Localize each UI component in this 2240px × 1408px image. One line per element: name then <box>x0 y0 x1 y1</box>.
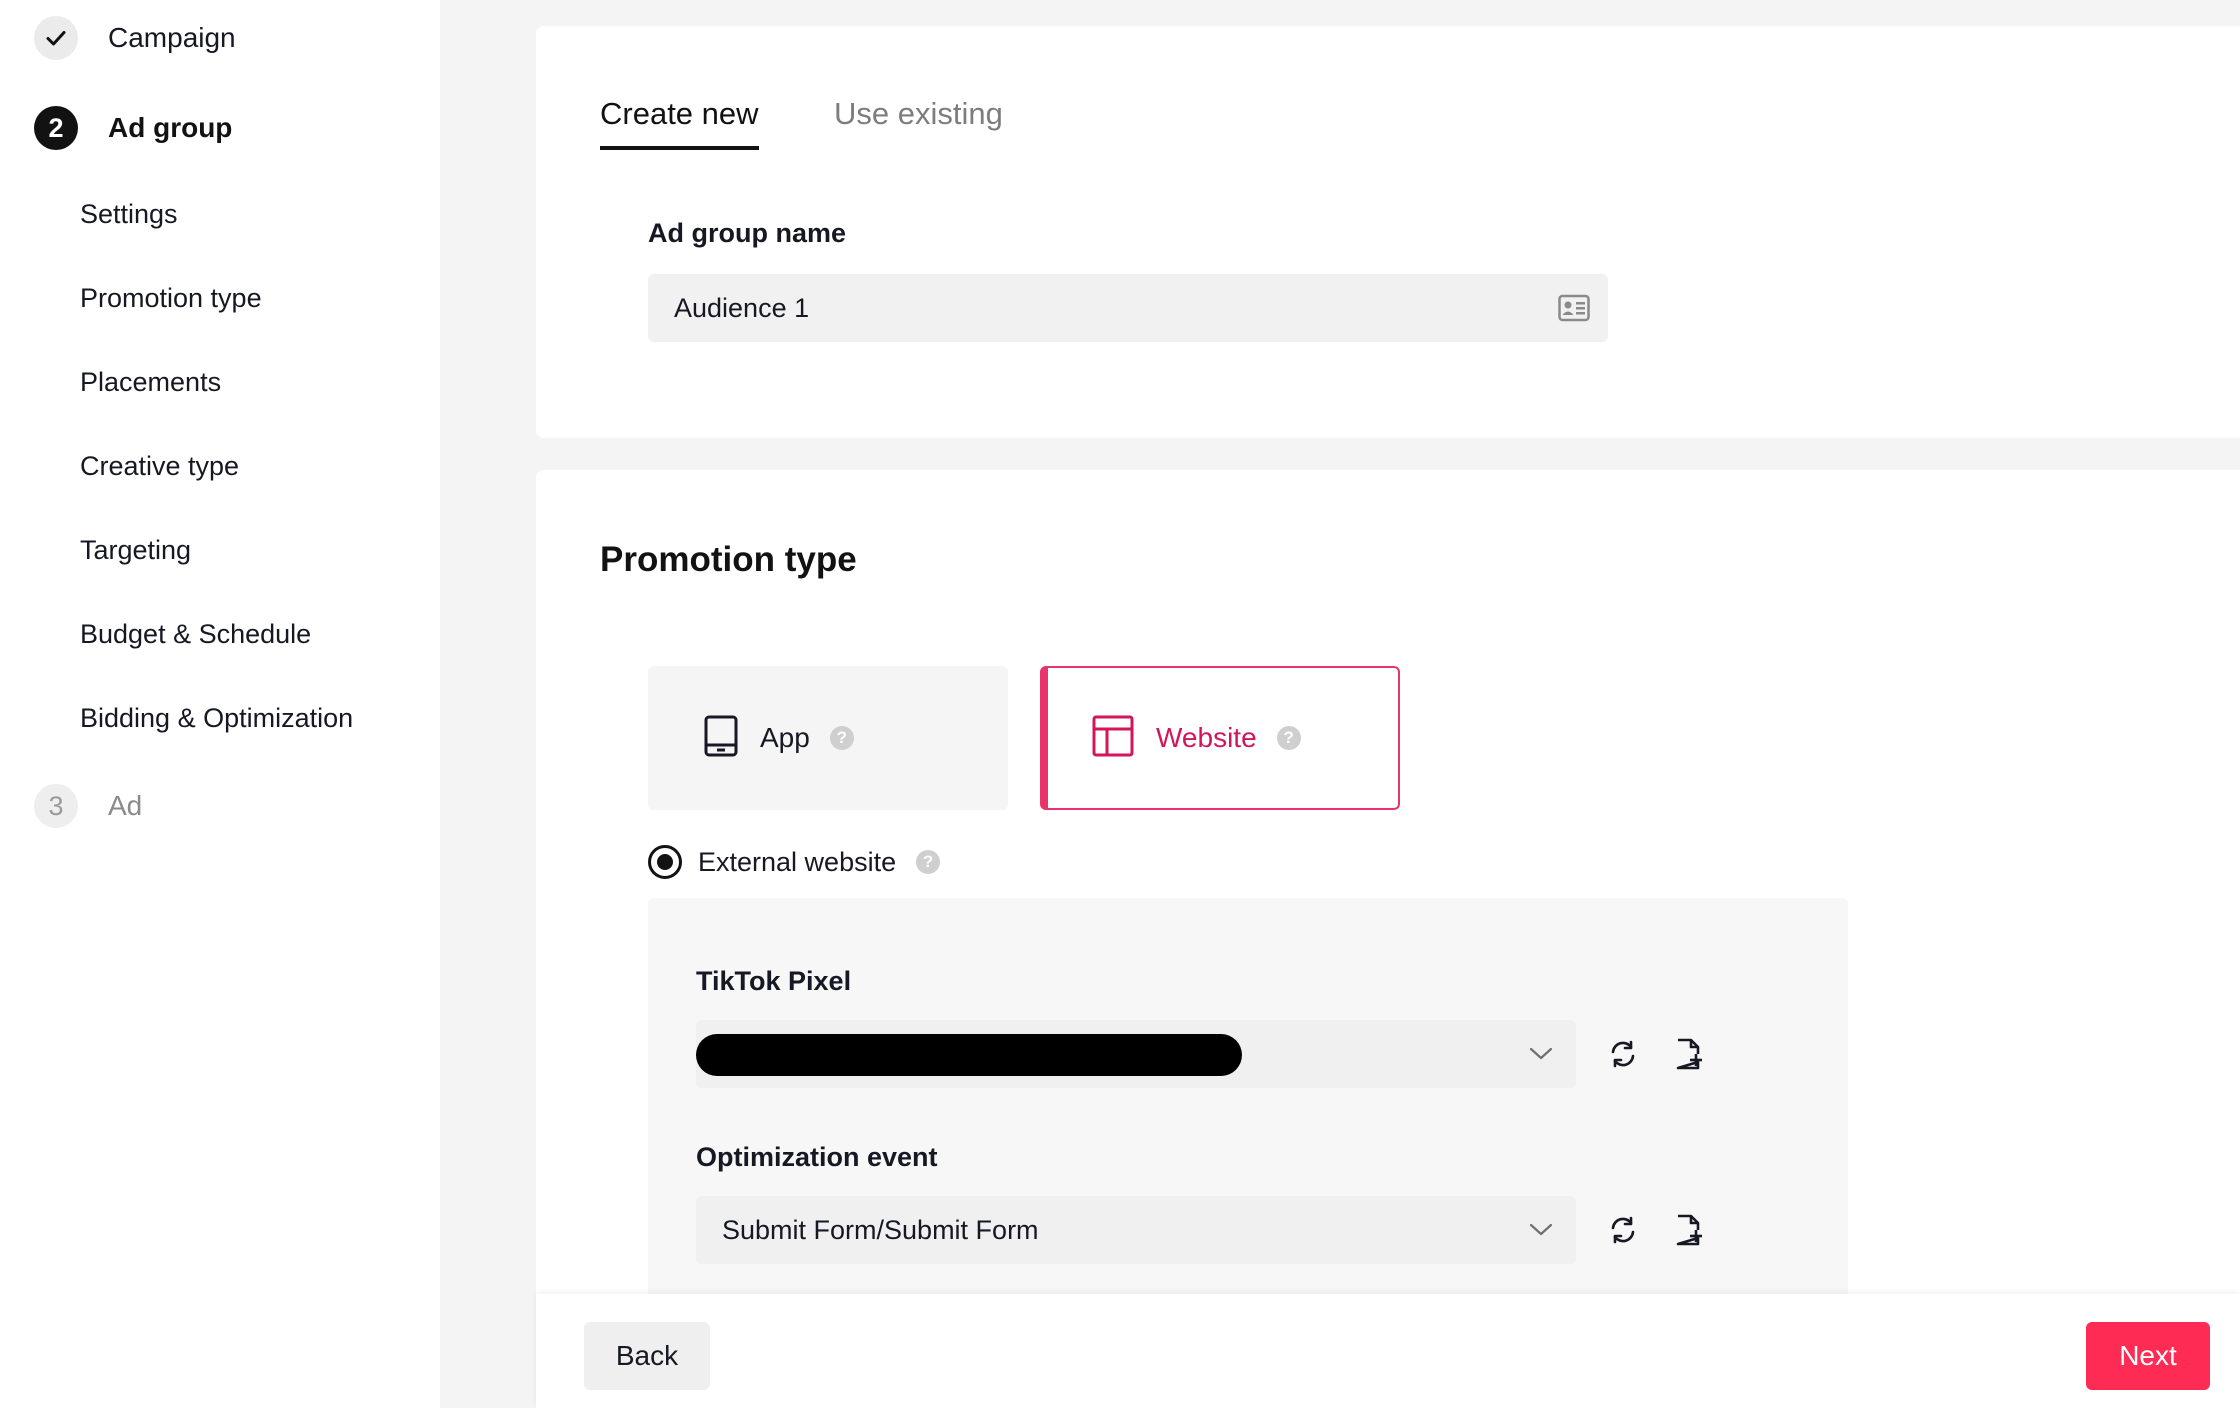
promo-option-label: App <box>760 722 810 753</box>
new-file-icon[interactable] <box>1672 1037 1706 1071</box>
substep-targeting[interactable]: Targeting <box>80 530 191 570</box>
promotion-type-title: Promotion type <box>600 540 857 579</box>
ad-group-card: Create new Use existing Ad group name Au… <box>536 26 2240 438</box>
chevron-down-icon <box>1528 1042 1554 1069</box>
substep-promotion-type[interactable]: Promotion type <box>80 278 262 318</box>
radio-label: External website <box>698 846 897 877</box>
new-file-icon[interactable] <box>1672 1213 1706 1247</box>
optimization-event-label: Optimization event <box>696 1142 938 1172</box>
substep-creative-type[interactable]: Creative type <box>80 446 239 486</box>
optimization-event-value: Submit Form/Submit Form <box>722 1214 1039 1245</box>
tab-use-existing[interactable]: Use existing <box>834 96 1003 150</box>
tiktok-pixel-select[interactable] <box>696 1020 1576 1088</box>
ad-group-name-label: Ad group name <box>648 218 847 248</box>
step-ad-group[interactable]: 2 Ad group <box>34 104 232 152</box>
footer-bar: Back Next <box>536 1294 2240 1408</box>
refresh-icon[interactable] <box>1606 1213 1640 1247</box>
optimization-event-select[interactable]: Submit Form/Submit Form <box>696 1196 1576 1264</box>
external-website-radio[interactable]: External website ? <box>648 842 941 882</box>
sidebar: Campaign 2 Ad group Settings Promotion t… <box>0 0 440 1408</box>
tiktok-pixel-label: TikTok Pixel <box>696 966 852 996</box>
substep-placements[interactable]: Placements <box>80 362 221 402</box>
id-card-icon[interactable] <box>1558 294 1590 329</box>
tab-create-new[interactable]: Create new <box>600 96 759 150</box>
next-button[interactable]: Next <box>2086 1322 2210 1390</box>
check-icon <box>34 16 78 60</box>
step-label: Ad group <box>108 112 233 143</box>
step-campaign[interactable]: Campaign <box>34 14 236 62</box>
step-label: Ad <box>108 790 143 821</box>
step-number: 3 <box>34 784 78 828</box>
chevron-down-icon <box>1528 1218 1554 1245</box>
back-button[interactable]: Back <box>584 1322 710 1390</box>
help-icon[interactable]: ? <box>1276 726 1301 750</box>
substep-budget-schedule[interactable]: Budget & Schedule <box>80 614 311 654</box>
layout-icon <box>1092 715 1134 762</box>
ad-group-name-value: Audience 1 <box>674 292 810 323</box>
promotion-type-card: Promotion type App ? Website ? External … <box>536 470 2240 1408</box>
substep-settings[interactable]: Settings <box>80 194 178 234</box>
refresh-icon[interactable] <box>1606 1037 1640 1071</box>
promo-option-website[interactable]: Website ? <box>1040 666 1400 810</box>
redacted-value <box>696 1034 1242 1076</box>
promo-option-label: Website <box>1156 722 1257 753</box>
step-ad[interactable]: 3 Ad <box>34 782 142 830</box>
substep-bidding-optimization[interactable]: Bidding & Optimization <box>80 698 353 738</box>
step-label: Campaign <box>108 22 236 53</box>
ad-group-name-input[interactable]: Audience 1 <box>648 274 1608 342</box>
help-icon[interactable]: ? <box>916 850 941 874</box>
radio-selected-icon[interactable] <box>648 845 682 879</box>
tablet-icon <box>704 715 738 762</box>
promo-option-app[interactable]: App ? <box>648 666 1008 810</box>
help-icon[interactable]: ? <box>829 726 854 750</box>
step-number: 2 <box>34 106 78 150</box>
